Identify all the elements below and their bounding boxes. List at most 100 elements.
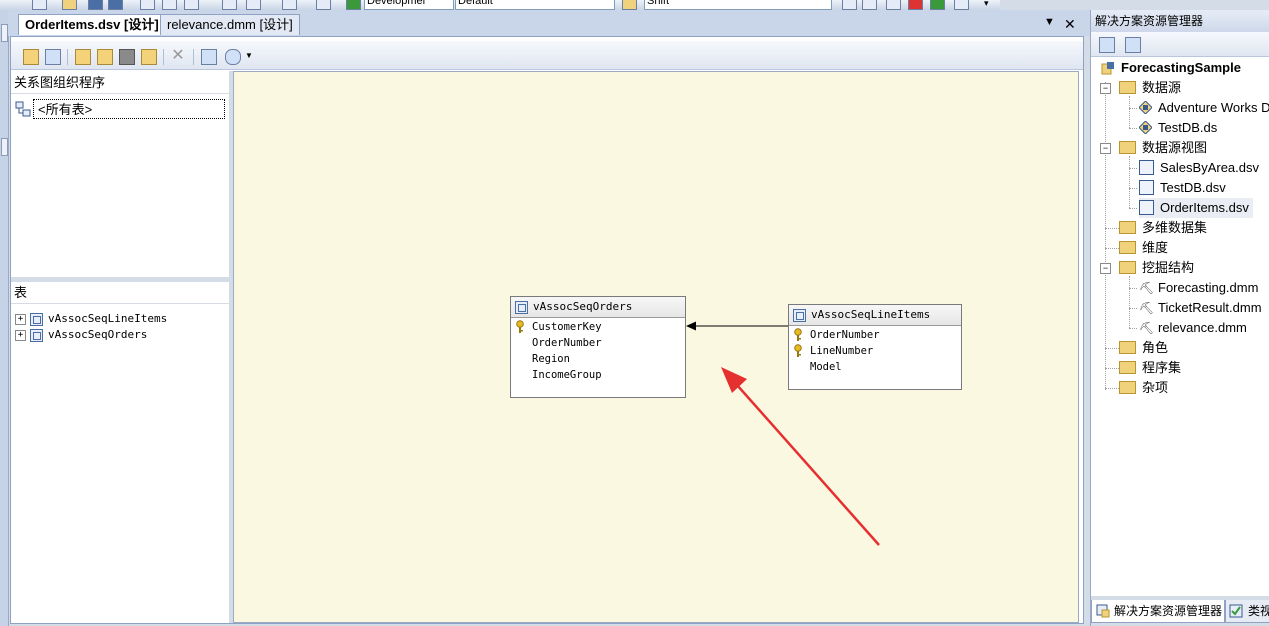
mining-structure-label: TicketResult.dmm xyxy=(1158,300,1262,315)
folder-dimensions[interactable]: 维度 xyxy=(1119,238,1168,258)
platform-select[interactable]: Default xyxy=(455,0,615,10)
folder-data-sources[interactable]: 数据源 xyxy=(1119,78,1181,98)
solution-explorer-toolbar xyxy=(1091,32,1269,57)
tree-guide xyxy=(1105,248,1119,249)
folder-label: 程序集 xyxy=(1142,360,1182,375)
folder-mining-structures[interactable]: 挖掘结构 xyxy=(1119,258,1194,278)
find-box[interactable]: Shift xyxy=(644,0,832,10)
new-project-icon[interactable] xyxy=(32,0,47,10)
zoom-dropdown-icon[interactable]: ▼ xyxy=(245,51,253,60)
properties-icon[interactable] xyxy=(862,0,877,10)
navigate-forward-icon[interactable] xyxy=(316,0,331,10)
folder-icon xyxy=(1119,261,1136,275)
folder-misc[interactable]: 杂项 xyxy=(1119,378,1168,398)
folder-data-source-views[interactable]: 数据源视图 xyxy=(1119,138,1207,158)
tree-guide xyxy=(1129,288,1137,289)
table-tree-item[interactable]: + vAssocSeqOrders xyxy=(15,327,147,343)
expand-icon[interactable]: + xyxy=(15,313,26,325)
properties-icon[interactable] xyxy=(1099,37,1115,53)
folder-icon xyxy=(1119,341,1136,355)
solution-explorer-icon[interactable] xyxy=(842,0,857,10)
table-tree-label: vAssocSeqLineItems xyxy=(48,312,168,325)
panel-splitter[interactable] xyxy=(11,277,229,282)
tab-solution-explorer[interactable]: 解决方案资源管理器 xyxy=(1091,600,1225,623)
new-named-calculation-icon[interactable] xyxy=(97,49,113,65)
pickaxe-icon: ⛏ xyxy=(1139,301,1155,316)
replace-table-icon[interactable] xyxy=(119,49,135,65)
solution-explorer: 解决方案资源管理器 ForecastingSample − 数据源 Advent… xyxy=(1090,10,1269,626)
start-debug-icon[interactable] xyxy=(346,0,361,10)
tab-class-view[interactable]: 类视图 xyxy=(1225,600,1269,623)
collapse-icon[interactable]: − xyxy=(1100,143,1111,154)
solution-config-select[interactable]: Developmer xyxy=(364,0,454,10)
undo-icon[interactable] xyxy=(222,0,237,10)
redo-icon[interactable] xyxy=(246,0,261,10)
dsv-label: TestDB.dsv xyxy=(1160,180,1226,195)
left-dock-strip xyxy=(0,10,9,626)
tab-orderitems-dsv[interactable]: OrderItems.dsv [设计] xyxy=(18,14,166,35)
server-explorer-tab[interactable] xyxy=(1,24,8,42)
save-all-icon[interactable] xyxy=(108,0,123,10)
folder-roles[interactable]: 角色 xyxy=(1119,338,1168,358)
dsv-icon xyxy=(1139,180,1154,196)
table-tree-item[interactable]: + vAssocSeqLineItems xyxy=(15,311,167,327)
diagram-canvas[interactable]: vAssocSeqOrders CustomerKey OrderNumber … xyxy=(233,71,1079,623)
tree-guide xyxy=(1129,188,1137,189)
paste-icon[interactable] xyxy=(184,0,199,10)
data-source-item[interactable]: TestDB.ds xyxy=(1139,118,1217,138)
diagram-organizer-header: 关系图组织程序 xyxy=(11,73,232,94)
tree-guide xyxy=(1105,388,1119,389)
project-node[interactable]: ForecastingSample xyxy=(1101,58,1241,78)
find-table-icon[interactable] xyxy=(201,49,217,65)
cut-icon[interactable] xyxy=(140,0,155,10)
expand-icon[interactable]: + xyxy=(15,329,26,341)
new-relationship-icon[interactable] xyxy=(75,49,91,65)
table-icon xyxy=(30,312,43,326)
tree-guide xyxy=(1129,308,1137,309)
add-remove-tables-icon[interactable] xyxy=(23,49,39,65)
data-source-item[interactable]: Adventure Works DW xyxy=(1139,98,1269,118)
zoom-icon[interactable] xyxy=(225,49,241,65)
tree-guide xyxy=(1105,82,1106,390)
dsv-item-selected[interactable]: OrderItems.dsv xyxy=(1139,198,1253,218)
window-icon[interactable] xyxy=(954,0,969,10)
save-icon[interactable] xyxy=(88,0,103,10)
mining-structure-item[interactable]: ⛏ Forecasting.dmm xyxy=(1139,278,1258,298)
folder-cubes[interactable]: 多维数据集 xyxy=(1119,218,1207,238)
delete-icon[interactable]: ✕ xyxy=(171,48,185,64)
dsv-icon xyxy=(1139,200,1154,216)
folder-label: 数据源 xyxy=(1142,80,1182,95)
excel-icon[interactable] xyxy=(930,0,945,10)
diagram-organizer-item[interactable]: <所有表> xyxy=(15,99,225,119)
pickaxe-icon: ⛏ xyxy=(1139,281,1155,296)
tree-guide xyxy=(1129,276,1130,328)
folder-assemblies[interactable]: 程序集 xyxy=(1119,358,1181,378)
mining-structure-item[interactable]: ⛏ relevance.dmm xyxy=(1139,318,1247,338)
document-tab-bar: OrderItems.dsv [设计] relevance.dmm [设计] ▼… xyxy=(8,10,1090,36)
find-in-files-icon[interactable] xyxy=(622,0,637,10)
table-icon xyxy=(30,328,43,342)
toolbox-tab[interactable] xyxy=(1,138,8,156)
collapse-icon[interactable]: − xyxy=(1100,83,1111,94)
show-all-files-icon[interactable] xyxy=(1125,37,1141,53)
copy-icon[interactable] xyxy=(162,0,177,10)
class-view-icon xyxy=(1229,604,1243,618)
new-named-query-icon[interactable] xyxy=(45,49,61,65)
refresh-icon[interactable] xyxy=(141,49,157,65)
dsv-item[interactable]: TestDB.dsv xyxy=(1139,178,1226,198)
dsv-item[interactable]: SalesByArea.dsv xyxy=(1139,158,1259,178)
collapse-icon[interactable]: − xyxy=(1100,263,1111,274)
open-icon[interactable] xyxy=(62,0,77,10)
navigate-back-icon[interactable] xyxy=(282,0,297,10)
tree-guide xyxy=(1129,168,1137,169)
toolbox-icon[interactable] xyxy=(886,0,901,10)
tab-relevance-dmm[interactable]: relevance.dmm [设计] xyxy=(160,14,300,35)
tree-guide xyxy=(1105,228,1119,229)
close-document-icon[interactable]: ✕ xyxy=(1064,16,1076,33)
folder-label: 角色 xyxy=(1142,340,1169,355)
tab-dropdown-icon[interactable]: ▼ xyxy=(1044,16,1055,28)
mining-structure-item[interactable]: ⛏ TicketResult.dmm xyxy=(1139,298,1262,318)
toolbar-overflow-icon[interactable]: ▾ xyxy=(984,0,997,10)
close-icon[interactable] xyxy=(908,0,923,10)
folder-label: 杂项 xyxy=(1142,380,1169,395)
